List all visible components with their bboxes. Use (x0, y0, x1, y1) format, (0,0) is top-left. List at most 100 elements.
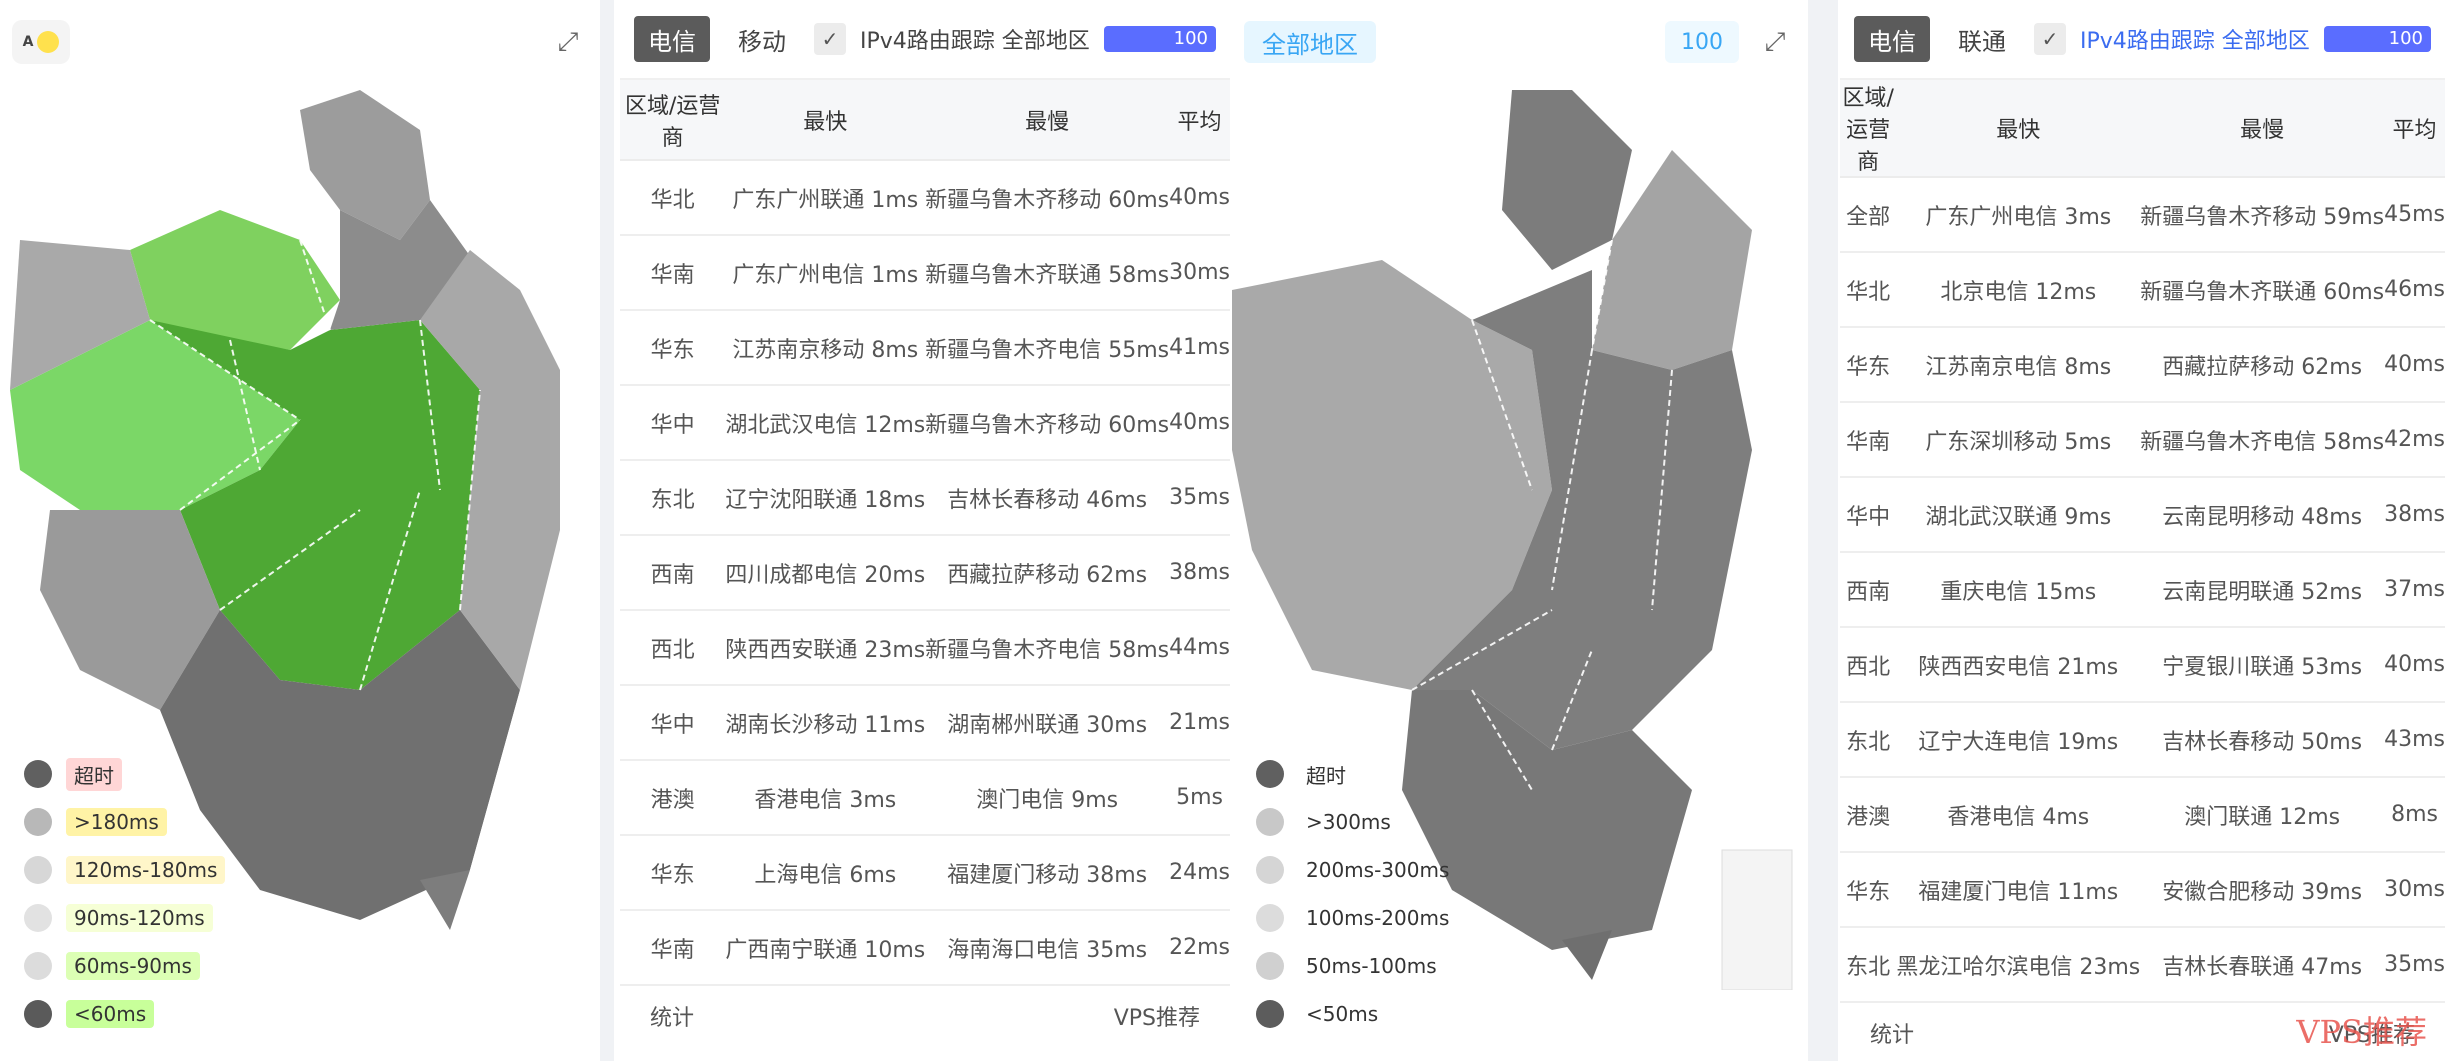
footer-left-label: 统计 (1870, 1023, 1915, 1048)
table-row[interactable]: 港澳 香港电信 3ms 澳门电信 9ms 5ms (620, 760, 1230, 836)
table-cell: 香港电信 4ms (1896, 777, 2141, 853)
table-row[interactable]: 华北 广东广州联通 1ms 新疆乌鲁木齐移动 60ms 40ms (620, 160, 1230, 236)
table-cell: 东北 (1840, 702, 1897, 778)
legend-item[interactable]: 120ms-180ms (24, 853, 226, 887)
table-cell: 辽宁沈阳联通 18ms (725, 460, 926, 536)
table-cell: 43ms (2384, 702, 2445, 778)
right-map-header: 全部地区 100 ⤢ (1244, 18, 1795, 66)
table-row[interactable]: 东北 辽宁沈阳联通 18ms 吉林长春移动 46ms 35ms (620, 460, 1230, 536)
expand-icon[interactable]: ⤢ (1755, 22, 1795, 62)
route-select[interactable]: IPv4路由跟踪 全部地区 (2080, 23, 2310, 55)
table-row[interactable]: 西北 陕西西安电信 21ms 宁夏银川联通 53ms 40ms (1840, 627, 2445, 703)
table-cell: 新疆乌鲁木齐联通 60ms (2140, 252, 2385, 328)
table-row[interactable]: 港澳 香港电信 4ms 澳门联通 12ms 8ms (1840, 777, 2445, 853)
divider (1808, 0, 1838, 1061)
table-cell: 陕西西安联通 23ms (725, 610, 926, 686)
legend-item[interactable]: <60ms (24, 997, 225, 1031)
column-header[interactable]: 最慢 (2140, 80, 2385, 178)
legend-item[interactable]: 100ms-200ms (1256, 901, 1457, 935)
table-cell: 华东 (620, 835, 726, 911)
table-cell: 44ms (1169, 610, 1230, 686)
table-row[interactable]: 西南 四川成都电信 20ms 西藏拉萨移动 62ms 38ms (620, 535, 1230, 611)
tab-telecom[interactable]: 电信 (1854, 16, 1930, 62)
tab-unicom[interactable]: 联通 (1944, 16, 2020, 62)
table-cell: 西藏拉萨移动 62ms (925, 535, 1170, 611)
table-row[interactable]: 华南 广西南宁联通 10ms 海南海口电信 35ms 22ms (620, 910, 1230, 986)
expand-icon[interactable]: ⤢ (548, 22, 588, 62)
table-row[interactable]: 华东 江苏南京移动 8ms 新疆乌鲁木齐电信 55ms 41ms (620, 310, 1230, 386)
table-cell: 华南 (620, 910, 726, 986)
table-cell: 湖南郴州联通 30ms (925, 685, 1170, 761)
table-cell: 湖北武汉电信 12ms (725, 385, 926, 461)
column-header[interactable]: 区域/运营商 (620, 80, 726, 161)
right-latency-table: 区域/运营商 最快 最慢 平均 全部 广东广州电信 3ms 新疆乌鲁木齐移动 59ms 45… (1840, 80, 2445, 1003)
column-header[interactable]: 区域/运营商 (1840, 80, 1897, 178)
table-cell: 澳门联通 12ms (2140, 777, 2385, 853)
table-row[interactable]: 华中 湖北武汉联通 9ms 云南昆明移动 48ms 38ms (1840, 477, 2445, 553)
legend-item[interactable]: 90ms-120ms (24, 901, 225, 935)
table-row[interactable]: 华南 广东广州电信 1ms 新疆乌鲁木齐联通 58ms 30ms (620, 235, 1230, 311)
left-table-panel: 电信 移动 ✓ IPv4路由跟踪 全部地区 100 区域/运营商 最快 最慢 平均 华… (620, 0, 1230, 1061)
table-row[interactable]: 华南 广东深圳移动 5ms 新疆乌鲁木齐电信 58ms 42ms (1840, 402, 2445, 478)
table-row[interactable]: 华东 江苏南京电信 8ms 西藏拉萨移动 62ms 40ms (1840, 327, 2445, 403)
table-row[interactable]: 华东 福建厦门电信 11ms 安徽合肥移动 39ms 30ms (1840, 852, 2445, 928)
legend-item[interactable]: <50ms (1256, 997, 1457, 1031)
table-row[interactable]: 全部 广东广州电信 3ms 新疆乌鲁木齐移动 59ms 45ms (1840, 177, 2445, 253)
column-header[interactable]: 最快 (725, 80, 926, 161)
region-tag[interactable]: 全部地区 (1244, 21, 1376, 63)
table-cell: 新疆乌鲁木齐移动 59ms (2140, 177, 2385, 253)
table-cell: 8ms (2384, 777, 2445, 853)
checkbox-icon[interactable]: ✓ (814, 23, 846, 55)
table-cell: 新疆乌鲁木齐联通 58ms (925, 235, 1170, 311)
legend-item[interactable]: 50ms-100ms (1256, 949, 1457, 983)
table-cell: 华中 (1840, 477, 1897, 553)
legend-item[interactable]: 超时 (24, 757, 225, 791)
legend-label: 50ms-100ms (1306, 954, 1437, 978)
map-region-northeast[interactable] (300, 90, 430, 240)
table-row[interactable]: 西北 陕西西安联通 23ms 新疆乌鲁木齐电信 58ms 44ms (620, 610, 1230, 686)
table-cell: 东北 (1840, 927, 1897, 1003)
legend-item[interactable]: 60ms-90ms (24, 949, 225, 983)
tab-mobile[interactable]: 移动 (724, 16, 800, 62)
legend-label: >300ms (1306, 810, 1391, 834)
footer-right-label[interactable]: VPS推荐 (1114, 1000, 1200, 1032)
table-row[interactable]: 华北 北京电信 12ms 新疆乌鲁木齐联通 60ms 46ms (1840, 252, 2445, 328)
legend-item[interactable]: 200ms-300ms (1256, 853, 1457, 887)
route-select[interactable]: IPv4路由跟踪 全部地区 (860, 23, 1090, 55)
table-row[interactable]: 华东 上海电信 6ms 福建厦门移动 38ms 24ms (620, 835, 1230, 911)
table-cell: 40ms (2384, 627, 2445, 703)
south-sea-inset (1721, 849, 1793, 990)
table-row[interactable]: 华中 湖北武汉电信 12ms 新疆乌鲁木齐移动 60ms 40ms (620, 385, 1230, 461)
legend-label: 90ms-120ms (66, 904, 213, 932)
legend-item[interactable]: >180ms (24, 805, 225, 839)
column-header[interactable]: 平均 (1169, 80, 1230, 161)
table-cell: 广东广州电信 3ms (1896, 177, 2141, 253)
table-cell: 港澳 (620, 760, 726, 836)
table-cell: 45ms (2384, 177, 2445, 253)
progress-label: 100 (2388, 28, 2423, 49)
table-row[interactable]: 东北 辽宁大连电信 19ms 吉林长春移动 50ms 43ms (1840, 702, 2445, 778)
table-cell: 黑龙江哈尔滨电信 23ms (1896, 927, 2141, 1003)
column-header[interactable]: 最慢 (925, 80, 1170, 161)
table-cell: 华北 (1840, 252, 1897, 328)
count-badge: 100 (1665, 21, 1739, 63)
legend-item[interactable]: >300ms (1256, 805, 1457, 839)
table-cell: 福建厦门移动 38ms (925, 835, 1170, 911)
tab-telecom[interactable]: 电信 (634, 16, 710, 62)
table-row[interactable]: 东北 黑龙江哈尔滨电信 23ms 吉林长春联通 47ms 35ms (1840, 927, 2445, 1003)
legend-swatch (1256, 856, 1284, 884)
table-header-row: 区域/运营商 最快 最慢 平均 (620, 80, 1230, 161)
legend-label: <50ms (1306, 1002, 1379, 1026)
table-cell: 西南 (1840, 552, 1897, 628)
legend-item[interactable]: 超时 (1256, 757, 1457, 791)
checkbox-icon[interactable]: ✓ (2034, 23, 2066, 55)
table-cell: 四川成都电信 20ms (725, 535, 926, 611)
table-row[interactable]: 西南 重庆电信 15ms 云南昆明联通 52ms 37ms (1840, 552, 2445, 628)
table-row[interactable]: 华中 湖南长沙移动 11ms 湖南郴州联通 30ms 21ms (620, 685, 1230, 761)
right-table-toolbar: 电信 联通 ✓ IPv4路由跟踪 全部地区 100 (1840, 0, 2445, 80)
table-cell: 云南昆明移动 48ms (2140, 477, 2385, 553)
column-header[interactable]: 最快 (1896, 80, 2141, 178)
table-cell: 湖北武汉联通 9ms (1896, 477, 2141, 553)
column-header[interactable]: 平均 (2384, 80, 2445, 178)
table-cell: 北京电信 12ms (1896, 252, 2141, 328)
